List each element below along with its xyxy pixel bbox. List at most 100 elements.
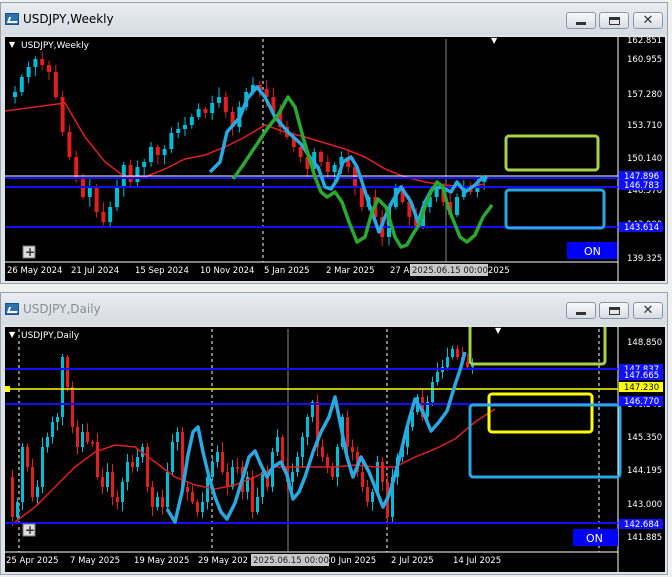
candle-body xyxy=(196,502,199,512)
daily-on-button-label[interactable]: ON xyxy=(586,532,603,545)
maximize-icon xyxy=(608,306,620,315)
price-marker-label: 147.230 xyxy=(624,383,659,393)
daily-title-bar[interactable]: USDJPY,Daily ✕ xyxy=(1,293,667,325)
candle-body xyxy=(46,437,49,447)
candle-body xyxy=(66,357,69,387)
candle-body xyxy=(111,472,114,497)
daily-close-button[interactable]: ✕ xyxy=(633,302,663,319)
candle-body xyxy=(301,437,304,457)
weekly-chart-canvas[interactable]: ▼ USDJPY,Weekly ▼ + ON 162.851 160.955 157… xyxy=(5,37,665,281)
date-tick-label: 26 May 2024 xyxy=(7,266,62,276)
candle-body xyxy=(86,432,89,442)
candle-body xyxy=(47,65,51,72)
price-tick-label: 150.140 xyxy=(627,154,662,164)
candle-body xyxy=(36,487,39,497)
daily-chart-canvas[interactable]: ▼ USDJPY,Daily ▼ + ON 148.850147.750146.… xyxy=(5,327,665,572)
date-tick-label: 2 Mar 2025 xyxy=(326,266,374,276)
daily-collapse-arrow[interactable]: ▼ xyxy=(9,330,16,339)
candle-body xyxy=(155,147,160,155)
candle-body xyxy=(40,59,45,65)
weekly-maximize-button[interactable] xyxy=(599,12,629,29)
candle-body xyxy=(166,472,169,507)
daily-chart-window[interactable]: USDJPY,Daily ✕ ▼ USDJPY,Daily ▼ + ON 148… xyxy=(0,292,668,575)
candle-body xyxy=(142,162,147,167)
price-marker-label: 147.665 xyxy=(624,371,659,381)
maximize-icon xyxy=(608,16,620,25)
daily-level-handle[interactable] xyxy=(5,386,10,392)
date-tick-label: 21 Jul 2024 xyxy=(71,266,119,276)
candle-body xyxy=(201,502,204,512)
candle-body xyxy=(332,165,337,172)
daily-box-yellow xyxy=(487,392,594,434)
weekly-price-scale: 162.851160.955157.280153.710150.140146.5… xyxy=(619,37,663,264)
candle-body xyxy=(226,472,229,487)
candle-body xyxy=(149,147,153,162)
weekly-chart-svg[interactable]: ▼ USDJPY,Weekly ▼ + ON 162.851 160.955 157… xyxy=(5,37,665,281)
candle-body xyxy=(60,97,65,132)
weekly-crosshair-time: 2025.06.15 00:00 xyxy=(412,266,488,276)
weekly-on-button-label[interactable]: ON xyxy=(584,245,601,258)
candle-body xyxy=(26,67,31,77)
candle-body xyxy=(351,447,354,452)
weekly-box-lime xyxy=(504,134,600,172)
candle-body xyxy=(19,77,24,92)
date-tick-label: 2 Jul 2025 xyxy=(391,556,434,566)
candle-body xyxy=(115,187,119,207)
candle-body xyxy=(53,72,58,97)
candle-body xyxy=(456,349,459,357)
price-marker-label: 146.783 xyxy=(624,181,659,191)
candle-body xyxy=(210,103,215,113)
close-icon: ✕ xyxy=(642,13,654,28)
candle-body xyxy=(321,447,324,457)
price-tick-label: 139.325 xyxy=(627,254,662,264)
candle-body xyxy=(336,447,339,477)
weekly-window-title: USDJPY,Weekly xyxy=(23,12,114,26)
weekly-collapse-arrow[interactable]: ▼ xyxy=(9,40,16,49)
candle-body xyxy=(231,467,234,487)
candle-body xyxy=(21,447,24,502)
candle-body xyxy=(381,462,384,482)
candle-body xyxy=(431,382,434,402)
daily-chart-svg[interactable]: ▼ USDJPY,Daily ▼ + ON 148.850147.750146.… xyxy=(5,327,665,572)
price-tick-label: 144.195 xyxy=(627,466,662,476)
candle-body xyxy=(446,357,449,367)
candle-body xyxy=(135,167,140,182)
weekly-minimize-button[interactable] xyxy=(566,12,596,29)
candle-body xyxy=(81,432,84,447)
daily-shift-marker: ▼ xyxy=(495,327,502,335)
daily-minimize-button[interactable] xyxy=(566,302,596,319)
weekly-title-bar[interactable]: USDJPY,Weekly ✕ xyxy=(1,3,667,35)
price-marker-label: 143.614 xyxy=(624,223,659,233)
price-tick-label: 141.885 xyxy=(627,533,662,543)
weekly-shift-marker: ▼ xyxy=(491,37,498,45)
candle-body xyxy=(261,472,264,497)
price-tick-label: 157.280 xyxy=(627,90,662,100)
weekly-box-cyan xyxy=(504,188,606,230)
minimize-icon xyxy=(576,22,586,25)
weekly-chart-window[interactable]: USDJPY,Weekly ✕ ▼ USDJPY,Weekly ▼ + ON 1… xyxy=(0,2,668,284)
candle-body xyxy=(306,417,309,437)
daily-price-scale: 148.850147.750146.540145.350144.195143.0… xyxy=(619,338,663,543)
price-tick-label: 148.850 xyxy=(627,338,662,348)
candle-body xyxy=(16,502,19,517)
candle-body xyxy=(108,207,113,222)
candle-body xyxy=(196,109,201,117)
candle-body xyxy=(371,492,374,502)
chart-app-icon xyxy=(5,13,19,25)
candle-body xyxy=(94,187,99,212)
candle-body xyxy=(56,417,59,422)
date-tick-label: 20 Jun 2025 xyxy=(325,556,376,566)
candle-body xyxy=(101,477,104,487)
candle-body xyxy=(151,487,154,507)
candle-body xyxy=(221,452,224,472)
candle-body xyxy=(121,482,124,502)
candle-body xyxy=(161,497,164,507)
date-tick-label: 19 May 2025 xyxy=(134,556,189,566)
candle-body xyxy=(346,417,349,447)
date-tick-label: 2025 xyxy=(488,266,510,276)
candle-body xyxy=(41,447,44,487)
weekly-close-button[interactable]: ✕ xyxy=(633,12,663,29)
daily-maximize-button[interactable] xyxy=(599,302,629,319)
candle-body xyxy=(13,92,17,97)
candle-body xyxy=(71,387,74,427)
